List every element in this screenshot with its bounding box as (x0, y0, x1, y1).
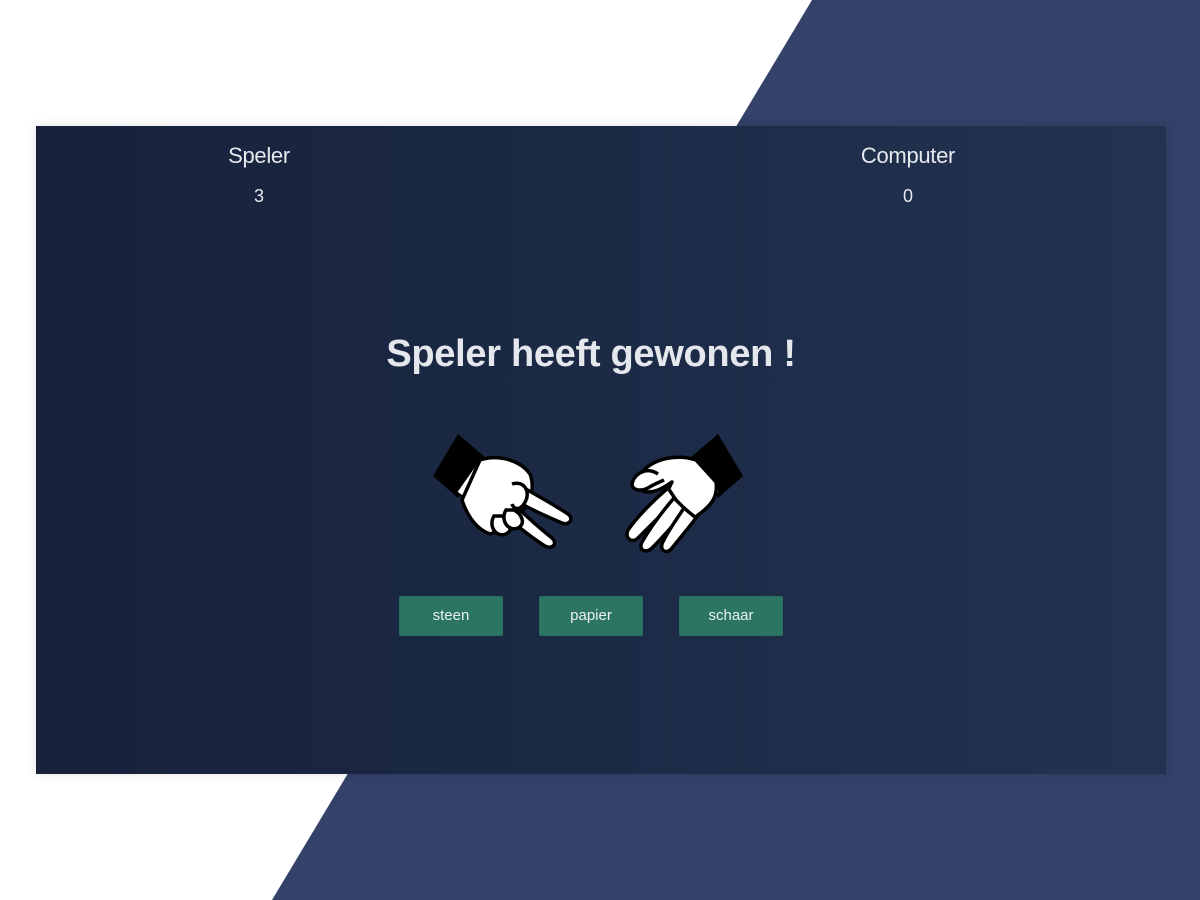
choice-buttons: steen papier schaar (399, 596, 789, 636)
game-panel: Speler 3 Computer 0 Speler heeft gewonen… (36, 126, 1166, 774)
scissors-hand-icon (433, 434, 573, 550)
papier-button[interactable]: papier (539, 596, 643, 636)
computer-score-panel: Computer 0 (808, 142, 1008, 206)
player-label: Speler (228, 143, 290, 168)
schaar-button[interactable]: schaar (679, 596, 783, 636)
computer-label: Computer (860, 143, 956, 168)
player-score-panel: Speler 3 (159, 142, 359, 206)
steen-button[interactable]: steen (399, 596, 503, 636)
result-message: Speler heeft gewonen ! (386, 333, 796, 375)
hands-display (426, 426, 766, 566)
computer-score: 0 (902, 186, 913, 206)
player-score: 3 (253, 186, 264, 206)
paper-hand-icon (625, 434, 743, 554)
